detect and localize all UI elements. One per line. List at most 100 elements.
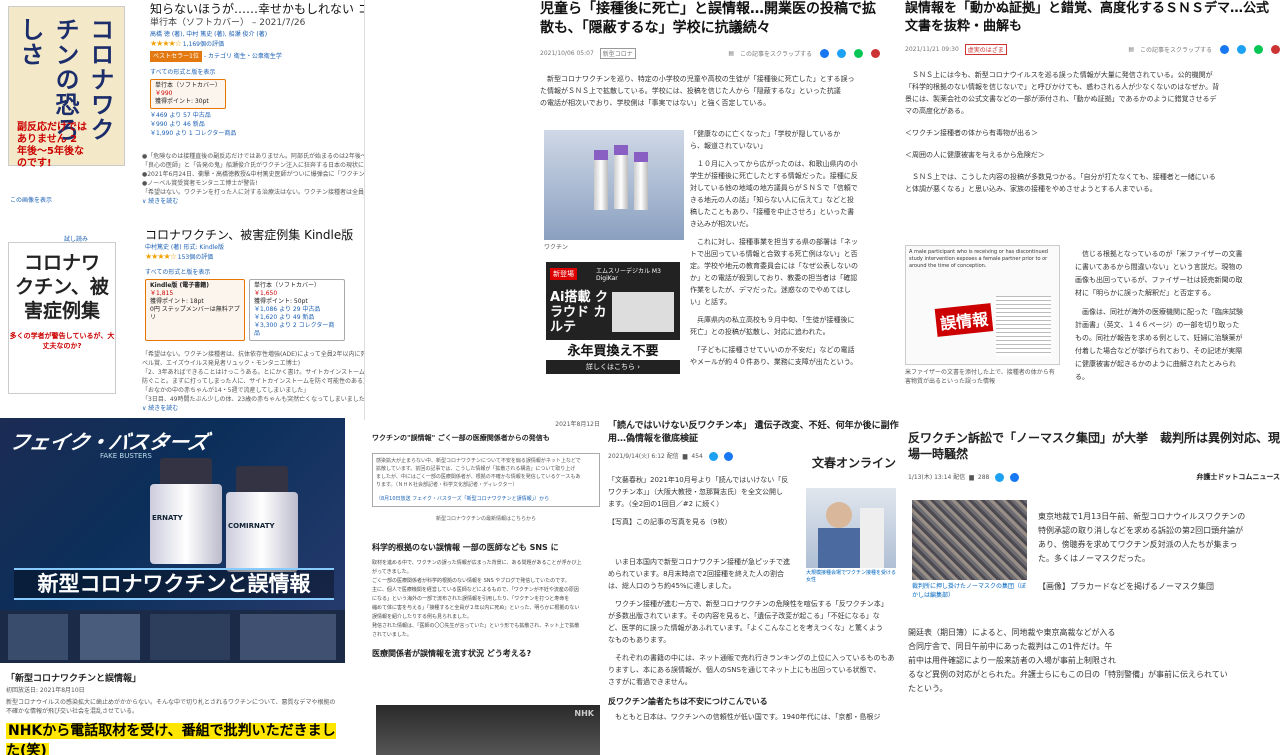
book1-rating-count[interactable]: 1,169個の評価	[183, 41, 224, 48]
twitter-icon[interactable]	[837, 49, 846, 58]
comment-icon[interactable]: ▆	[683, 452, 688, 461]
article-f-body-line-2: められています。8月末時点で2回接種を終えた人の割合	[608, 570, 784, 578]
book2-desc-4: 防ぐこと。まずに打ってしまった人に、サイトカインストームを防ぐ可能性のある方法を…	[142, 378, 364, 385]
book1-used-1[interactable]: ￥469 より 57 中古品	[150, 111, 360, 120]
book1-authors[interactable]: 高橋 徳 (著), 中村 篤史 (著), 船瀬 俊介 (著)	[150, 30, 360, 39]
article-g-body-line-5: たという。	[908, 684, 948, 693]
article-b-headline: 児童ら「接種後に死亡」と誤情報…開業医の投稿で拡散も、「隠蔽するな」学校に抗議続…	[540, 1, 876, 36]
article-b-body-line-2: ら、報道されていない」	[690, 142, 767, 150]
article-e-text: 取材を進める中で、ワクチンの誤った情報が広まった背景に、ある問題があることが浮か…	[372, 559, 600, 640]
facebook-icon[interactable]	[1220, 45, 1229, 54]
crowd-photo-caption[interactable]: 裁判所に押し掛けたノーマスクの集団（ぼかしは編集部）	[912, 582, 1030, 600]
article-e-section: 科学的根拠のない誤情報 一部の医師なども SNS に	[372, 543, 559, 552]
book1-more[interactable]: ∨ 続きを読む	[142, 197, 364, 206]
book2-paper-box[interactable]: 単行本（ソフトカバー） ￥1,650 獲得ポイント: 50pt ￥1,086 よ…	[249, 279, 345, 341]
book2-all-formats[interactable]: すべての形式と版を表示	[145, 268, 363, 277]
crowd-photo[interactable]	[912, 500, 1027, 580]
book2-used-1[interactable]: ￥1,086 より 29 中古品	[254, 306, 340, 314]
article-g-date: 1/13(木) 13:14 配信	[908, 473, 966, 481]
facebook-icon[interactable]	[1010, 472, 1020, 482]
article-e-summary-box: 感染拡大が止まらない中、新型コロナワクチンについて不安を煽る誤情報がネット上など…	[372, 453, 600, 507]
amazon-listings-panel: コロナワクチンの恐ろしさ 副反応だけではありません 2年後～5年後なのです! こ…	[0, 0, 365, 420]
article-f-body-line-11: りますし、本にある誤情報が、個人のSNSを通じてネット上にも出回っている状態で、	[608, 666, 881, 674]
article-f-photo-link[interactable]: 【写真】この記事の写真を見る（9枚）	[608, 516, 800, 528]
doc-caption: 米ファイザーの文書を添付した上で、接種者の体から有害物質が出るといった誤った情報	[905, 369, 1055, 385]
mail-icon[interactable]	[871, 49, 880, 58]
clip-icon[interactable]: ▤	[1128, 46, 1134, 53]
article-g-side-3: あり、傍聴券を求めてワクチン反対派の人たちが集まっ	[1038, 540, 1238, 549]
box-line-3: ましたが、中にはごく一部の医療関係者が、根拠の不確かな情報を発信しているケースも…	[376, 474, 581, 480]
nhk-video-panel: フェイク・バスターズ FAKE BUSTERS ERNATY COMIRNATY…	[0, 418, 345, 755]
pfizer-document-image: A male participant who is receiving or h…	[905, 245, 1060, 365]
twitter-icon[interactable]	[708, 452, 718, 461]
see-image-link[interactable]: この画像を表示	[10, 196, 52, 205]
article-g-body-line-1: 開廷表（期日簿）によると、同地裁や東京高裁などが入る	[908, 628, 1116, 637]
book2-title[interactable]: コロナワクチン、被害症例集 Kindle版	[145, 228, 363, 243]
mail-icon[interactable]	[1271, 45, 1280, 54]
book1-all-formats[interactable]: すべての形式と版を表示	[150, 68, 360, 77]
article-g-photo-link[interactable]: 【画像】プラカードなどを掲げるノーマスク集団	[1038, 580, 1280, 594]
latest-info-link[interactable]: 新型コロナウクチンの最新情報はこちらから	[372, 515, 600, 524]
article-b-body-line-11: これに対し、接種事業を担当する県の部署は「ネッ	[690, 238, 858, 246]
comment-icon[interactable]: ▆	[969, 473, 974, 482]
doc-stamp: 誤情報	[934, 303, 994, 337]
clip-icon[interactable]: ▤	[728, 50, 734, 57]
bengo4-article-panel: 反ワクチン訴訟で「ノーマスク集団」が大挙 裁判所は異例対応、現場一時騒然 1/1…	[908, 430, 1280, 755]
article-c-right-text: 信じる根拠となっているのが「米ファイザーの文書 に書いてあるから間違いない」という…	[1075, 248, 1280, 384]
video-thumbnail[interactable]: フェイク・バスターズ FAKE BUSTERS ERNATY COMIRNATY…	[0, 418, 345, 663]
book2-used-2[interactable]: ￥1,620 より 49 新品	[254, 314, 340, 322]
vial-label-1: ERNATY	[152, 514, 183, 522]
article-b-body-line-8: 稿したこともあり、「接種を中止させろ」といった書	[690, 208, 855, 216]
article-b-body-line-19: 死亡」との投稿が拡散し、対応に追われた。	[690, 328, 830, 336]
article-c-clip[interactable]: この記事をスクラップする	[1140, 45, 1212, 54]
book1-cover[interactable]: コロナワクチンの恐ろしさ 副反応だけではありません 2年後～5年後なのです!	[8, 6, 125, 169]
article-e-text-line-2: がってきました。	[372, 569, 412, 575]
article-c-tag[interactable]: 虚実のはざま	[964, 44, 1007, 55]
article-c-right-line-3: 画像も出回っているが、ファイザー社は読売新聞の取	[1075, 276, 1243, 284]
kindle-points: 獲得ポイント: 18pt	[150, 298, 204, 305]
article-c-para2-2: と体調が悪くなる」と思い込み、家族の接種をやめさせようとする人までいる。	[905, 185, 1157, 193]
book1-cover-sub: 副反応だけではありません 2年後～5年後なのです!	[17, 122, 87, 169]
book1-title[interactable]: 知らないほうが……幸せかもしれない コロナワクチンの恐ろしさ	[150, 2, 364, 17]
book2-used-3[interactable]: ￥3,300 より 2 コレクター商品	[254, 322, 340, 338]
article-f-body-line-8: なものもあります。	[608, 636, 671, 644]
box-line-4: ります。（ＮＨＫ社会部記者・科学文化部記者・ディレクター）	[376, 482, 518, 488]
book1-used-3[interactable]: ￥1,990 より 1 コレクター商品	[150, 129, 360, 138]
line-icon[interactable]	[1254, 45, 1263, 54]
nhk-logo: NHK	[574, 709, 594, 718]
paper-label: 単行本（ソフトカバー）	[254, 282, 321, 289]
article-b-clip[interactable]: この記事をスクラップする	[740, 49, 812, 58]
article-b-body-line-18: 兵庫県内の私立高校も９月中旬、「生徒が接種後に	[690, 316, 855, 324]
facebook-icon[interactable]	[820, 49, 829, 58]
article-c-lead-1: ＳＮＳ上には今も、新型コロナウイルスを巡る誤った情報が大量に発信されている。公的…	[905, 71, 1213, 79]
article-c-date: 2021/11/21 09:30	[905, 46, 959, 53]
book2-more[interactable]: ∨ 続きを読む	[142, 404, 364, 413]
line-icon[interactable]	[854, 49, 863, 58]
bestseller-badge[interactable]: ベストセラー1位	[150, 51, 202, 62]
box-footer[interactable]: （8月10日放送 フェイク・バスターズ「新型コロナワクチンと誤情報」）から	[376, 495, 596, 503]
article-b-tag[interactable]: 新型コロナ	[599, 48, 636, 59]
article-g-side-1: 東京地裁で1月13日午前、新型コロナウイルスワクチンの	[1038, 512, 1246, 521]
article-c-right-line-4: 材に「明らかに誤った解釈だ」と否定する。	[1075, 289, 1215, 297]
book2-authors[interactable]: 中村篤史 (著) 形式: Kindle版	[145, 243, 363, 252]
book1-format-box[interactable]: 単行本（ソフトカバー） ￥990 獲得ポイント: 30pt	[150, 79, 226, 109]
article-b-body-line-5: 学生が接種後に死亡したとする情報だった。接種に反	[690, 172, 858, 180]
quote-2: ＜周囲の人に健康被害を与えるから危険だ＞	[905, 151, 1045, 159]
article-c-right-line-1: 信じる根拠となっているのが「米ファイザーの文書	[1075, 250, 1243, 258]
article-g-count: 288	[977, 473, 990, 481]
book2-kindle-box[interactable]: Kindle版 (電子書籍) ￥1,815 獲得ポイント: 18pt 0円 ステ…	[145, 279, 245, 341]
book2-rating-count[interactable]: 153個の評価	[178, 254, 213, 261]
book2-cover[interactable]: コロナワクチン、被害症例集 多くの学者が警告しているが、大丈夫なのか?	[8, 242, 116, 394]
facebook-icon[interactable]	[723, 452, 733, 461]
article-g-side-4: た。多くはノーマスクだった。	[1038, 554, 1150, 563]
article-c-headline: 誤情報を「動かぬ証拠」と錯覚、高度化するＳＮＳデマ…公式文書を抜粋・曲解も	[905, 1, 1270, 34]
ad-more[interactable]: 詳しくはこちら ›	[546, 362, 680, 372]
article-panel-b: 児童ら「接種後に死亡」と誤情報…開業医の投稿で拡散も、「隠蔽するな」学校に抗議続…	[540, 0, 880, 410]
twitter-icon[interactable]	[995, 472, 1005, 482]
book1-used-2[interactable]: ￥990 より 46 新品	[150, 120, 360, 129]
book2-desc-2: ベル賞、エイズウイルス発見者リュック・モンタニエ博士)	[142, 360, 301, 367]
ad-banner[interactable]: 新登場 エムスリーデジカル M3 DigiKar Ai搭載 クラウド カルテ 永…	[546, 262, 680, 374]
ad-main: Ai搭載 クラウド カルテ	[550, 290, 609, 335]
book1-category[interactable]: - カテゴリ 衛生・公衆衛生学	[204, 53, 282, 60]
twitter-icon[interactable]	[1237, 45, 1246, 54]
